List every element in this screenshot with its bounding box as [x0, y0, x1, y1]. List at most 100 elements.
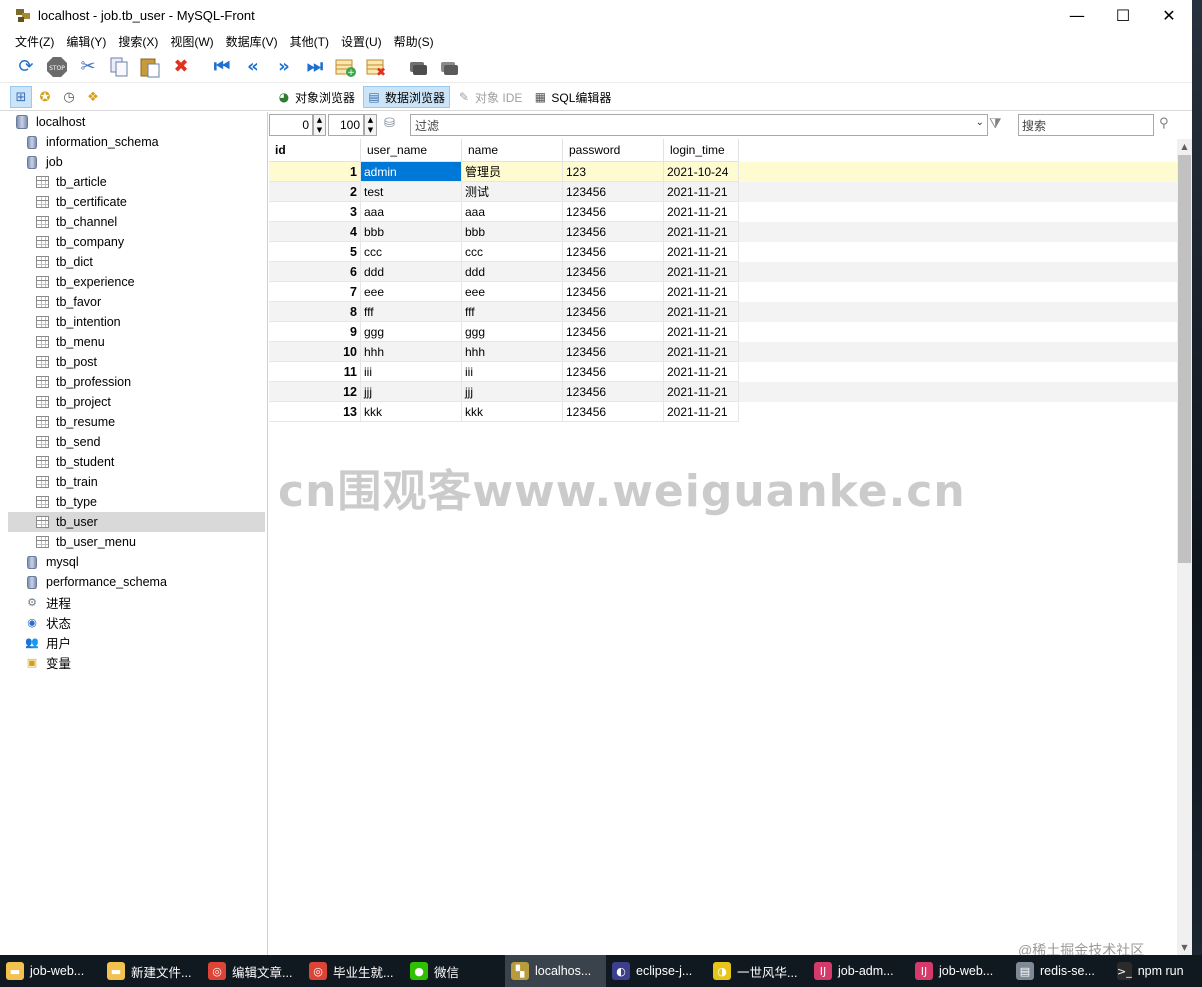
cell-login-time[interactable]: 2021-11-21 — [664, 302, 739, 322]
tree-table-tb-train[interactable]: tb_train — [8, 472, 267, 492]
copy-icon[interactable] — [107, 55, 131, 79]
table-row[interactable]: 10 hhh hhh 123456 2021-11-21 — [269, 342, 1177, 362]
commit-icon[interactable] — [406, 55, 430, 79]
cell-user-name[interactable]: hhh — [361, 342, 462, 362]
cell-name[interactable]: iii — [462, 362, 563, 382]
cell-user-name[interactable]: jjj — [361, 382, 462, 402]
cell-password[interactable]: 123456 — [563, 222, 664, 242]
last-record-icon[interactable]: ⏭ — [303, 55, 327, 79]
next-page-icon[interactable]: » — [272, 55, 296, 79]
cell-id[interactable]: 1 — [269, 162, 361, 182]
tab-sql-editor[interactable]: ▦ SQL编辑器 — [530, 86, 615, 108]
vertical-scrollbar[interactable]: ▲ ▼ — [1177, 139, 1192, 955]
column-header-password[interactable]: password — [563, 139, 664, 162]
table-row[interactable]: 5 ccc ccc 123456 2021-11-21 — [269, 242, 1177, 262]
cell-name[interactable]: kkk — [462, 402, 563, 422]
tree-database-job[interactable]: job — [8, 152, 267, 172]
cell-user-name[interactable]: eee — [361, 282, 462, 302]
cell-id[interactable]: 4 — [269, 222, 361, 242]
taskbar-item[interactable]: IJ job-adm... — [808, 955, 909, 987]
cell-user-name[interactable]: ggg — [361, 322, 462, 342]
table-row[interactable]: 11 iii iii 123456 2021-11-21 — [269, 362, 1177, 382]
delete-icon[interactable]: ✖ — [169, 55, 193, 79]
tree-table-tb-send[interactable]: tb_send — [8, 432, 267, 452]
cell-id[interactable]: 3 — [269, 202, 361, 222]
cell-password[interactable]: 123456 — [563, 202, 664, 222]
cell-id[interactable]: 6 — [269, 262, 361, 282]
cell-login-time[interactable]: 2021-11-21 — [664, 202, 739, 222]
tree-view-icon[interactable]: ⊞ — [10, 86, 32, 108]
menu-settings[interactable]: 设置(U) — [335, 33, 388, 50]
cell-user-name[interactable]: fff — [361, 302, 462, 322]
table-row[interactable]: 12 jjj jjj 123456 2021-11-21 — [269, 382, 1177, 402]
cell-name[interactable]: aaa — [462, 202, 563, 222]
delete-record-icon[interactable]: ✖ — [365, 55, 389, 79]
tree-table-tb-article[interactable]: tb_article — [8, 172, 267, 192]
tab-object-browser[interactable]: ◕ 对象浏览器 — [274, 86, 359, 108]
cell-id[interactable]: 7 — [269, 282, 361, 302]
cell-name[interactable]: ggg — [462, 322, 563, 342]
cell-login-time[interactable]: 2021-11-21 — [664, 182, 739, 202]
history-icon[interactable]: ◷ — [58, 86, 80, 108]
cell-name[interactable]: eee — [462, 282, 563, 302]
tree-variables[interactable]: ▣ 变量 — [8, 652, 267, 672]
tree-table-tb-certificate[interactable]: tb_certificate — [8, 192, 267, 212]
cell-login-time[interactable]: 2021-11-21 — [664, 342, 739, 362]
cell-password[interactable]: 123456 — [563, 342, 664, 362]
cell-user-name[interactable]: admin — [361, 162, 462, 182]
taskbar-item[interactable]: ▚ localhos... — [505, 955, 606, 987]
table-row[interactable]: 3 aaa aaa 123456 2021-11-21 — [269, 202, 1177, 222]
taskbar-item[interactable]: IJ job-web... — [909, 955, 1010, 987]
table-row[interactable]: 13 kkk kkk 123456 2021-11-21 — [269, 402, 1177, 422]
cell-password[interactable]: 123456 — [563, 182, 664, 202]
table-row[interactable]: 1 admin 管理员 123 2021-10-24 — [269, 162, 1177, 182]
cell-name[interactable]: jjj — [462, 382, 563, 402]
cell-id[interactable]: 2 — [269, 182, 361, 202]
cell-login-time[interactable]: 2021-11-21 — [664, 362, 739, 382]
column-header-login-time[interactable]: login_time — [664, 139, 739, 162]
menu-file[interactable]: 文件(Z) — [9, 33, 60, 50]
cell-id[interactable]: 8 — [269, 302, 361, 322]
offset-field[interactable]: 0 — [269, 114, 313, 136]
table-row[interactable]: 7 eee eee 123456 2021-11-21 — [269, 282, 1177, 302]
sql-files-icon[interactable]: ❖ — [82, 86, 104, 108]
cell-name[interactable]: 测试 — [462, 182, 563, 202]
tree-server[interactable]: localhost — [8, 112, 267, 132]
taskbar-item[interactable]: ◎ 编辑文章... — [202, 955, 303, 987]
cell-id[interactable]: 9 — [269, 322, 361, 342]
tree-table-tb-project[interactable]: tb_project — [8, 392, 267, 412]
taskbar-item[interactable]: ◐ eclipse-j... — [606, 955, 707, 987]
minimize-button[interactable]: — — [1054, 0, 1100, 31]
table-row[interactable]: 2 test 测试 123456 2021-11-21 — [269, 182, 1177, 202]
cell-password[interactable]: 123456 — [563, 382, 664, 402]
cell-name[interactable]: 管理员 — [462, 162, 563, 182]
tree-database-performance-schema[interactable]: performance_schema — [8, 572, 267, 592]
menu-edit[interactable]: 编辑(Y) — [60, 33, 112, 50]
limit-field[interactable]: 100 — [328, 114, 364, 136]
scroll-down-icon[interactable]: ▼ — [1177, 940, 1192, 955]
cell-id[interactable]: 11 — [269, 362, 361, 382]
cell-password[interactable]: 123456 — [563, 362, 664, 382]
tab-object-ide[interactable]: ✎ 对象 IDE — [454, 86, 526, 108]
menu-help[interactable]: 帮助(S) — [388, 33, 440, 50]
taskbar-item[interactable]: ● 微信 — [404, 955, 505, 987]
bookmarks-icon[interactable]: ✪ — [34, 86, 56, 108]
limit-spinner[interactable]: ▲ ▼ — [364, 114, 377, 136]
column-header-id[interactable]: ⌃ id — [269, 139, 361, 162]
chevron-down-icon[interactable]: ⌄ — [976, 117, 984, 128]
cell-name[interactable]: bbb — [462, 222, 563, 242]
refresh-icon[interactable]: ⟳ — [14, 55, 38, 79]
cell-password[interactable]: 123456 — [563, 262, 664, 282]
tab-data-browser[interactable]: ▤ 数据浏览器 — [363, 86, 451, 108]
cell-user-name[interactable]: iii — [361, 362, 462, 382]
close-button[interactable]: ✕ — [1146, 0, 1192, 31]
maximize-button[interactable]: ☐ — [1100, 0, 1146, 31]
scrollbar-thumb[interactable] — [1178, 155, 1191, 563]
taskbar-item[interactable]: ◎ 毕业生就... — [303, 955, 404, 987]
cell-login-time[interactable]: 2021-11-21 — [664, 262, 739, 282]
cell-password[interactable]: 123 — [563, 162, 664, 182]
table-row[interactable]: 8 fff fff 123456 2021-11-21 — [269, 302, 1177, 322]
database-icon[interactable]: ⛁ — [384, 116, 402, 134]
rollback-icon[interactable] — [437, 55, 461, 79]
taskbar-item[interactable]: ▤ redis-se... — [1010, 955, 1111, 987]
